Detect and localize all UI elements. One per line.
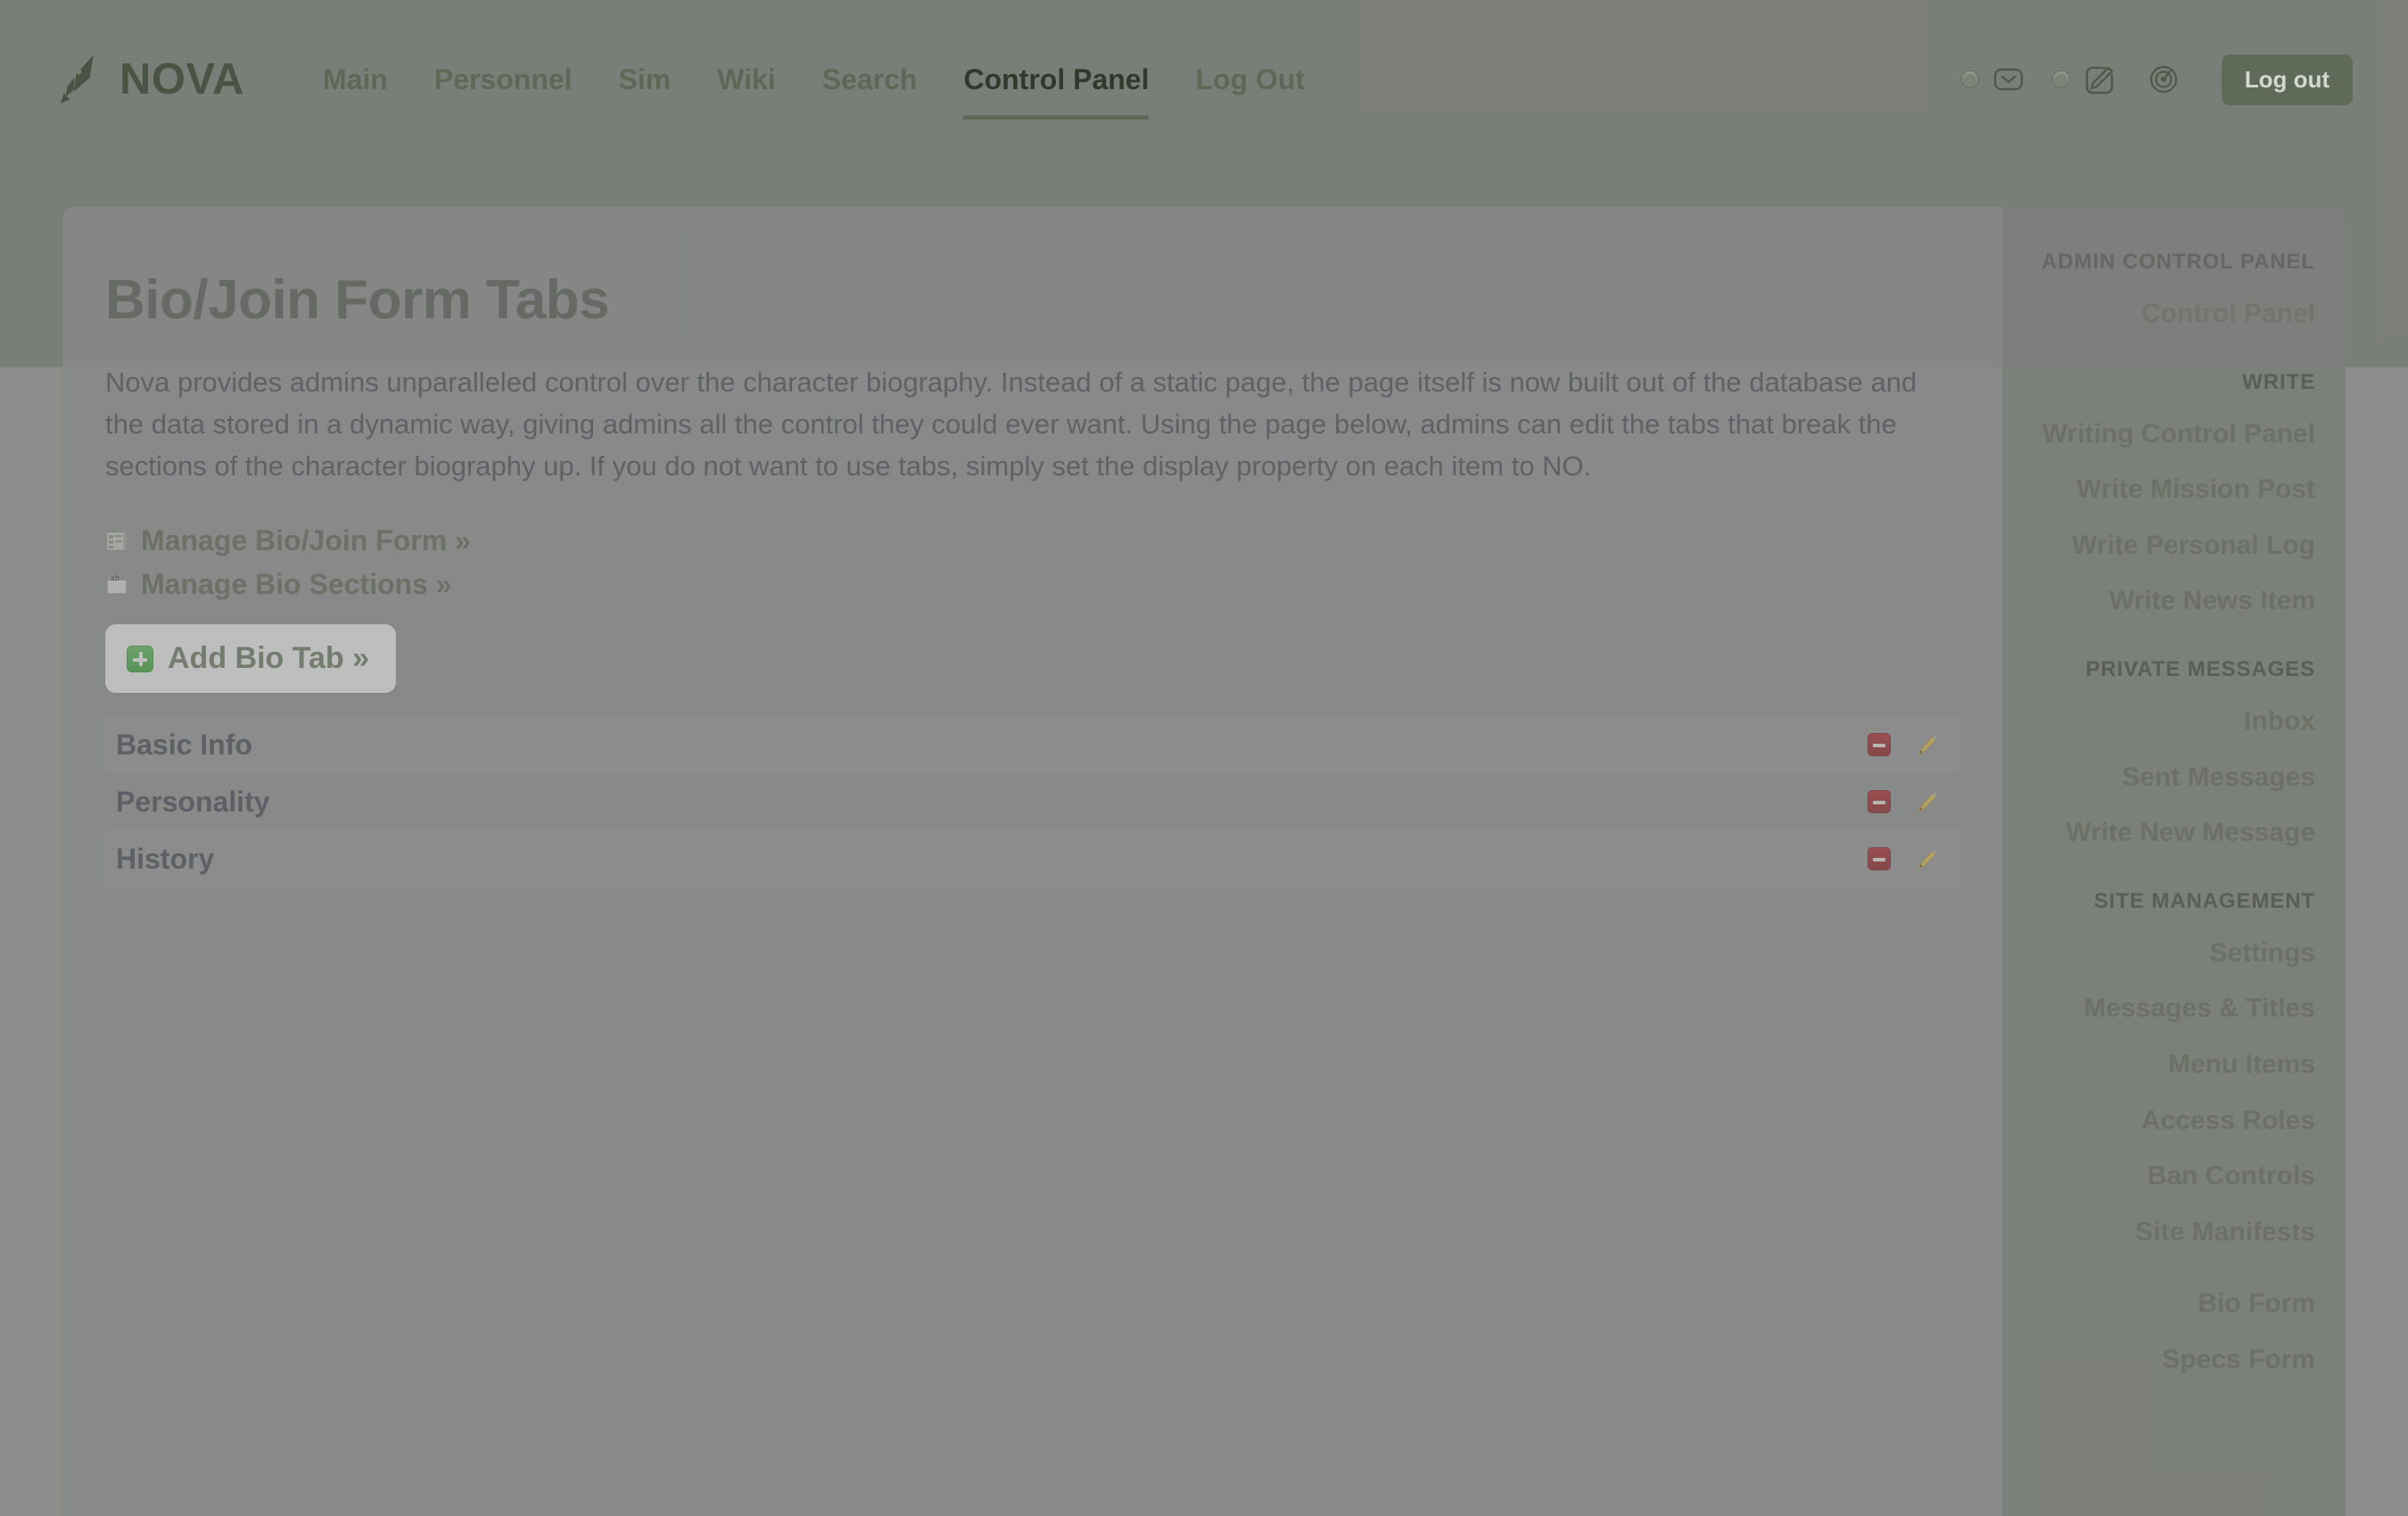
tab-name: History	[116, 842, 215, 875]
nav-item-sim[interactable]: Sim	[596, 51, 695, 109]
sidebar-heading: PRIVATE MESSAGES	[2085, 656, 2315, 681]
sidebar-item-write-personal-log[interactable]: Write Personal Log	[2002, 530, 2315, 563]
main-nav: Main Personnel Sim Wiki Search Control P…	[300, 51, 1328, 119]
nav-item-search[interactable]: Search	[799, 51, 941, 109]
sidebar-group-private-messages: PRIVATE MESSAGES Inbox Sent Messages Wri…	[2002, 657, 2315, 850]
nav-item-log-out[interactable]: Log Out	[1172, 51, 1328, 109]
add-bio-tab-label: Add Bio Tab »	[168, 641, 370, 676]
form-grid-icon	[105, 530, 128, 553]
messages-indicator[interactable]	[1960, 59, 2029, 100]
bio-tab-list: Basic Info Personality History	[105, 716, 1960, 888]
nav-item-control-panel[interactable]: Control Panel	[940, 51, 1172, 119]
table-row[interactable]: Personality	[105, 773, 1960, 830]
mail-badge-dot	[1960, 70, 1979, 88]
manage-bio-join-form-label: Manage Bio/Join Form »	[141, 524, 471, 557]
page-shell: Bio/Join Form Tabs Nova provides admins …	[62, 207, 2346, 1516]
nav-item-wiki[interactable]: Wiki	[694, 51, 799, 109]
green-plus-icon	[127, 645, 153, 672]
sidebar-item-site-manifests[interactable]: Site Manifests	[2002, 1216, 2315, 1249]
manage-bio-sections-label: Manage Bio Sections »	[141, 568, 452, 601]
sidebar-item-write-news-item[interactable]: Write News Item	[2002, 585, 2315, 618]
sidebar-group-site-management: SITE MANAGEMENT Settings Messages & Titl…	[2002, 889, 2315, 1249]
sidebar-item-menu-items[interactable]: Menu Items	[2002, 1049, 2315, 1082]
row-actions	[1868, 845, 1951, 872]
sidebar-item-specs-form[interactable]: Specs Form	[2002, 1344, 2315, 1377]
sidebar-item-write-mission-post[interactable]: Write Mission Post	[2002, 474, 2315, 507]
pencil-edit-icon[interactable]	[1914, 731, 1941, 758]
logout-button[interactable]: Log out	[2221, 54, 2353, 105]
minus-delete-icon[interactable]	[1868, 847, 1891, 871]
sidebar-item-writing-control-panel[interactable]: Writing Control Panel	[2002, 418, 2315, 451]
speedometer-icon[interactable]	[2143, 59, 2184, 100]
pencil-edit-icon[interactable]	[1914, 788, 1941, 815]
manage-bio-join-form-link[interactable]: Manage Bio/Join Form »	[105, 524, 471, 557]
minus-delete-icon[interactable]	[1868, 790, 1891, 814]
sidebar-item-bio-form[interactable]: Bio Form	[2002, 1288, 2315, 1321]
admin-sidebar: ADMIN CONTROL PANEL Control Panel WRITE …	[2002, 207, 2346, 1516]
envelope-icon[interactable]	[1988, 59, 2029, 100]
sidebar-heading: ADMIN CONTROL PANEL	[2041, 250, 2315, 274]
intro-paragraph: Nova provides admins unparalleled contro…	[105, 367, 1917, 482]
sidebar-group-admin-control-panel: ADMIN CONTROL PANEL Control Panel	[2002, 250, 2315, 331]
sidebar-item-messages-titles[interactable]: Messages & Titles	[2002, 993, 2315, 1026]
pencil-edit-icon[interactable]	[1914, 845, 1941, 872]
sidebar-item-inbox[interactable]: Inbox	[2002, 705, 2315, 738]
brand-logo[interactable]: NOVA	[55, 52, 244, 107]
row-actions	[1868, 788, 1951, 815]
manage-bio-sections-link[interactable]: ab Manage Bio Sections »	[105, 568, 452, 601]
page-title: Bio/Join Form Tabs	[105, 269, 610, 331]
tab-name: Personality	[116, 785, 270, 818]
table-row[interactable]: Basic Info	[105, 716, 1960, 774]
sidebar-item-sent-messages[interactable]: Sent Messages	[2002, 762, 2315, 795]
sidebar-group-write: WRITE Writing Control Panel Write Missio…	[2002, 370, 2315, 618]
write-badge-dot	[2051, 70, 2070, 88]
nav-item-personnel[interactable]: Personnel	[411, 51, 596, 109]
sidebar-item-access-roles[interactable]: Access Roles	[2002, 1105, 2315, 1138]
minus-delete-icon[interactable]	[1868, 733, 1891, 757]
table-row[interactable]: History	[105, 830, 1960, 888]
add-bio-tab-button[interactable]: Add Bio Tab »	[105, 624, 397, 694]
sidebar-item-ban-controls[interactable]: Ban Controls	[2002, 1160, 2315, 1193]
svg-text:ab: ab	[111, 574, 120, 582]
write-indicator[interactable]	[2051, 59, 2120, 100]
sidebar-heading: WRITE	[2242, 369, 2315, 394]
pencil-square-icon[interactable]	[2079, 59, 2120, 100]
tab-name: Basic Info	[116, 728, 252, 761]
top-bar-actions: Log out	[1960, 54, 2353, 105]
sidebar-group-forms: Bio Form Specs Form	[2002, 1288, 2315, 1376]
nav-item-main[interactable]: Main	[300, 51, 411, 109]
brand-name: NOVA	[120, 54, 244, 103]
sidebar-item-settings[interactable]: Settings	[2002, 937, 2315, 970]
main-content-card: Bio/Join Form Tabs Nova provides admins …	[62, 207, 2002, 1516]
manage-links: Manage Bio/Join Form » ab Manage Bio Sec…	[105, 524, 1949, 601]
sidebar-item-write-new-message[interactable]: Write New Message	[2002, 817, 2315, 850]
sidebar-heading: SITE MANAGEMENT	[2093, 888, 2315, 913]
sidebar-item-control-panel[interactable]: Control Panel	[2002, 298, 2315, 331]
top-navigation-bar: NOVA Main Personnel Sim Wiki Search Cont…	[0, 0, 2408, 159]
ab-tab-icon: ab	[105, 573, 128, 597]
pen-nib-icon	[55, 52, 111, 107]
row-actions	[1868, 731, 1951, 758]
